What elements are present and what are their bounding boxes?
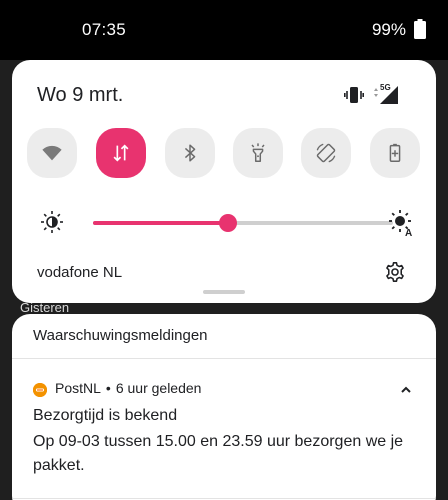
- battery-saver-icon: [389, 143, 401, 162]
- tile-battery-saver[interactable]: [370, 128, 420, 178]
- wifi-icon: [42, 145, 62, 161]
- meta-separator: •: [105, 380, 111, 396]
- divider: [12, 358, 436, 359]
- quick-settings-panel: Wo 9 mrt. 5G A vodafone NL: [12, 60, 436, 303]
- qs-date[interactable]: Wo 9 mrt.: [37, 84, 123, 107]
- tile-wifi[interactable]: [27, 128, 77, 178]
- auto-brightness-icon[interactable]: A: [387, 209, 415, 237]
- battery-percentage: 99%: [371, 20, 406, 39]
- notification-channel-header[interactable]: Waarschuwingsmeldingen: [33, 327, 208, 344]
- mobile-data-icon: [113, 144, 129, 162]
- signal-icon: 5G: [374, 83, 398, 104]
- settings-gear-icon[interactable]: [384, 261, 406, 283]
- carrier-name: vodafone NL: [37, 264, 123, 281]
- brightness-slider-fill: [93, 221, 228, 225]
- panel-drag-handle[interactable]: [203, 290, 245, 294]
- notification-title: Bezorgtijd is bekend: [33, 407, 178, 424]
- brightness-low-icon: [41, 211, 63, 233]
- tile-bluetooth[interactable]: [165, 128, 215, 178]
- divider: [12, 498, 436, 499]
- chevron-up-icon[interactable]: [399, 383, 413, 397]
- tile-mobile-data[interactable]: [96, 128, 146, 178]
- status-bar: 07:35 99%: [0, 0, 448, 60]
- network-type-label: 5G: [380, 83, 391, 92]
- battery-icon: [414, 19, 426, 39]
- bluetooth-icon: [184, 144, 196, 162]
- notification-card[interactable]: Waarschuwingsmeldingen PostNL • 6 uur gele…: [12, 314, 436, 500]
- notification-meta: PostNL • 6 uur geleden: [55, 380, 201, 396]
- postnl-app-icon: [33, 383, 47, 397]
- auto-rotate-icon: [316, 143, 336, 163]
- flashlight-icon: [251, 143, 265, 162]
- brightness-slider-thumb[interactable]: [219, 214, 237, 232]
- notification-app-name: PostNL: [55, 380, 101, 396]
- brightness-slider[interactable]: [93, 214, 393, 232]
- notification-time: 6 uur geleden: [115, 380, 202, 396]
- tile-auto-rotate[interactable]: [301, 128, 351, 178]
- status-clock: 07:35: [82, 20, 127, 39]
- tile-flashlight[interactable]: [233, 128, 283, 178]
- vibrate-icon: [344, 87, 364, 103]
- svg-text:A: A: [405, 228, 412, 237]
- notification-body: Op 09-03 tussen 15.00 en 23.59 uur bezor…: [33, 433, 404, 474]
